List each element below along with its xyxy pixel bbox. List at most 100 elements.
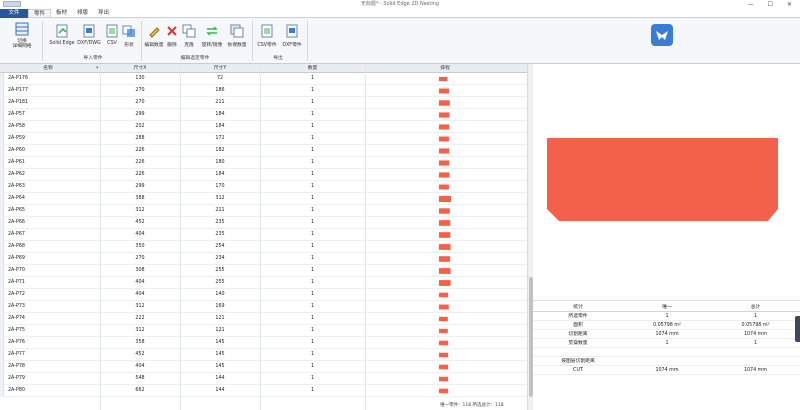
stats-header-total: 总计 [750, 305, 761, 310]
table-row[interactable]: 2A-P62 226 184 1 [0, 169, 527, 181]
import-dxf-dwg-button[interactable]: DXF/DWG [76, 24, 102, 46]
row-selector[interactable] [0, 313, 4, 324]
tab-parts[interactable]: 零件 [28, 9, 52, 17]
row-selector[interactable] [0, 121, 4, 132]
part-thumbnail [439, 112, 450, 118]
table-row[interactable]: 2A-P65 312 211 1 [0, 205, 527, 217]
cell-quantity: 1 [310, 76, 315, 81]
import-group-label: 导入零件 [83, 56, 103, 61]
row-selector[interactable] [0, 169, 4, 180]
maximize-button[interactable]: ☐ [768, 0, 773, 9]
row-selector[interactable] [0, 325, 4, 336]
table-row[interactable]: 2A-P176 130 72 1 [0, 73, 527, 85]
row-selector[interactable] [0, 301, 4, 312]
row-selector[interactable] [0, 145, 4, 156]
cell-size-y: 235 [215, 220, 225, 225]
table-row[interactable]: 2A-P73 312 169 1 [0, 301, 527, 313]
cell-size-y: 186 [215, 88, 225, 93]
tab-sheets[interactable]: 板材 [51, 9, 72, 17]
delete-button[interactable]: 删除 [165, 24, 179, 48]
row-selector[interactable] [0, 373, 4, 384]
row-selector[interactable] [0, 349, 4, 360]
tab-export[interactable]: 导出 [93, 9, 114, 17]
row-selector[interactable] [0, 73, 4, 84]
table-row[interactable]: 2A-P77 452 145 1 [0, 349, 527, 361]
column-header-size-y[interactable]: 尺寸Y [180, 64, 260, 73]
row-selector[interactable] [0, 289, 4, 300]
column-header-preview[interactable]: 排程 [365, 64, 525, 73]
column-header-size-x[interactable]: 尺寸X [100, 64, 180, 73]
table-row[interactable]: 2A-P80 662 144 1 [0, 385, 527, 397]
keep-quantity-label: 依保数量 [227, 43, 247, 48]
table-row[interactable]: 2A-P63 299 170 1 [0, 181, 527, 193]
row-selector[interactable] [0, 253, 4, 264]
table-row[interactable]: 2A-P78 404 145 1 [0, 361, 527, 373]
row-selector[interactable] [0, 337, 4, 348]
row-selector[interactable] [0, 229, 4, 240]
row-selector[interactable] [0, 85, 4, 96]
cell-size-x: 226 [135, 160, 145, 165]
table-row[interactable]: 2A-P61 226 180 1 [0, 157, 527, 169]
part-thumbnail [439, 364, 449, 370]
export-csv-button[interactable]: CSV零件 [255, 24, 279, 48]
column-header-quantity[interactable]: 数量 [260, 64, 365, 73]
table-row[interactable]: 2A-P67 404 235 1 [0, 229, 527, 241]
row-selector[interactable] [0, 217, 4, 228]
table-row[interactable]: 2A-P57 299 184 1 [0, 109, 527, 121]
table-row[interactable]: 2A-P58 202 184 1 [0, 121, 527, 133]
row-selector[interactable] [0, 205, 4, 216]
cell-size-x: 404 [135, 280, 145, 285]
table-row[interactable]: 2A-P59 288 172 1 [0, 133, 527, 145]
import-csv-button[interactable]: CSV [102, 24, 122, 46]
keep-quantity-button[interactable]: 依保数量 [225, 24, 249, 48]
cell-size-x: 404 [135, 232, 145, 237]
row-selector[interactable] [0, 181, 4, 192]
switch-grid-button[interactable]: 切换 详细网格 [8, 22, 36, 49]
row-selector[interactable] [0, 109, 4, 120]
table-row[interactable]: 2A-P72 404 140 1 [0, 289, 527, 301]
rotate-mirror-button[interactable]: 旋转/镜像 [199, 24, 225, 48]
table-row[interactable]: 2A-P76 358 145 1 [0, 337, 527, 349]
table-row[interactable]: 2A-P181 270 211 1 [0, 97, 527, 109]
row-selector[interactable] [0, 385, 4, 396]
table-row[interactable]: 2A-P71 404 255 1 [0, 277, 527, 289]
import-shape-button[interactable]: 形状 [120, 24, 138, 48]
row-selector[interactable] [0, 265, 4, 276]
table-row[interactable]: 2A-P64 388 312 1 [0, 193, 527, 205]
table-row[interactable]: 2A-P68 350 254 1 [0, 241, 527, 253]
minimize-button[interactable]: — [748, 0, 754, 9]
clone-button[interactable]: 克隆 [182, 24, 196, 48]
row-selector[interactable] [0, 361, 4, 372]
row-selector[interactable] [0, 193, 4, 204]
row-selector[interactable] [0, 241, 4, 252]
csv-export-icon [260, 24, 274, 38]
table-row[interactable]: 2A-P60 226 182 1 [0, 145, 527, 157]
table-row[interactable]: 2A-P74 222 121 1 [0, 313, 527, 325]
export-dxf-button[interactable]: DXF零件 [280, 24, 304, 48]
tab-nesting[interactable]: 排版 [72, 9, 93, 17]
edit-quantity-button[interactable]: 编辑数量 [143, 24, 165, 48]
file-menu[interactable]: 文件 [0, 9, 28, 18]
cell-size-x: 312 [135, 304, 145, 309]
cell-name: 2A-P67 [8, 232, 25, 237]
table-row[interactable]: 2A-P75 312 121 1 [0, 325, 527, 337]
close-button[interactable]: ✕ [787, 0, 792, 9]
part-thumbnail [439, 376, 449, 382]
table-row[interactable]: 2A-P66 452 235 1 [0, 217, 527, 229]
cell-size-y: 144 [215, 376, 225, 381]
table-row[interactable]: 2A-P70 308 255 1 [0, 265, 527, 277]
part-thumbnail [439, 208, 450, 214]
column-header-name[interactable]: 名称 [4, 64, 92, 73]
row-selector[interactable] [0, 277, 4, 288]
side-panel-handle[interactable] [795, 316, 800, 342]
table-row[interactable]: 2A-P79 548 144 1 [0, 373, 527, 385]
table-row[interactable]: 2A-P177 270 186 1 [0, 85, 527, 97]
import-solid-edge-button[interactable]: Solid Edge [47, 24, 77, 46]
row-selector[interactable] [0, 133, 4, 144]
table-row[interactable]: 2A-P69 270 234 1 [0, 253, 527, 265]
row-selector[interactable] [0, 97, 4, 108]
grid-header: 名称 ▾ 尺寸X 尺寸Y 数量 排程 [0, 64, 527, 73]
row-selector[interactable] [0, 157, 4, 168]
cell-size-y: 182 [215, 148, 225, 153]
cell-size-x: 299 [135, 112, 145, 117]
